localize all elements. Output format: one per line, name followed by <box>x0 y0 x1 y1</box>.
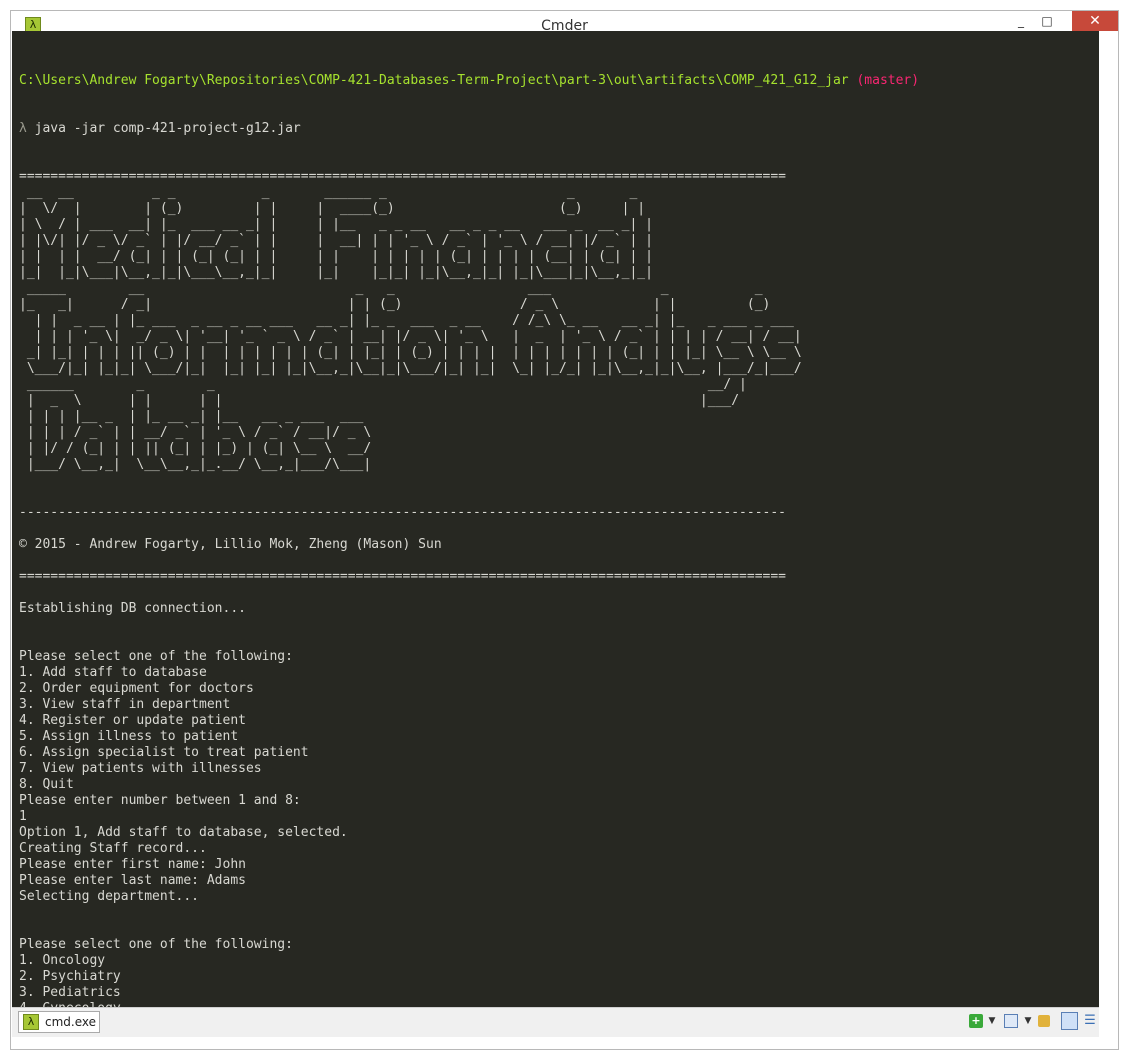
prompt-line: C:\Users\Andrew Fogarty\Repositories\COM… <box>19 73 1099 89</box>
prompt-path: C:\Users\Andrew Fogarty\Repositories\COM… <box>19 73 849 88</box>
add-console-icon[interactable]: + <box>969 1014 983 1028</box>
prompt-lambda: λ <box>19 121 27 136</box>
terminal-line: 8. Quit <box>19 777 74 792</box>
terminal-line: Please enter first name: John <box>19 857 246 872</box>
terminal-line: \___/|_| |_|_| \___/|_| |_| |_| |_|\__,_… <box>19 361 802 376</box>
terminal-line: Please select one of the following: <box>19 649 293 664</box>
terminal-line: Selecting department... <box>19 889 200 904</box>
terminal-line: _| |_| | | | || (_) | | | | | | | | (_| … <box>19 345 802 360</box>
terminal-line: | | | '_ \| _/ _ \| '__| '_ ` _ \ / _` |… <box>19 329 802 344</box>
terminal-line: 5. Assign illness to patient <box>19 729 239 744</box>
terminal-line: ______ _ _ __/ | <box>19 377 747 392</box>
terminal-line: ========================================… <box>19 569 787 584</box>
panel-toggle-icon[interactable] <box>1061 1012 1078 1030</box>
terminal-line: Please select one of the following: <box>19 937 293 952</box>
terminal-line: Please enter last name: Adams <box>19 873 246 888</box>
terminal-line: 4. Register or update patient <box>19 713 246 728</box>
terminal-line: | \/ | | (_) | | | ____(_) (_) | | <box>19 201 646 216</box>
git-branch: (master) <box>856 73 920 88</box>
terminal-line: | _ \ | | | | |___/ <box>19 393 740 408</box>
terminal-line: 3. Pediatrics <box>19 985 121 1000</box>
terminal-line: ========================================… <box>19 169 787 184</box>
program-output: ========================================… <box>19 169 1099 1007</box>
console-tab[interactable]: λ cmd.exe <box>18 1011 100 1033</box>
terminal-line: 1. Add staff to database <box>19 665 207 680</box>
terminal-line: 1 <box>19 809 27 824</box>
maximize-button[interactable]: □ <box>1034 11 1060 31</box>
terminal-line: ----------------------------------------… <box>19 505 787 520</box>
close-button[interactable]: ✕ <box>1072 11 1118 31</box>
lock-icon[interactable] <box>1038 1015 1050 1027</box>
minimize-button[interactable]: _ <box>1008 11 1034 31</box>
split-view-icon[interactable] <box>1004 1014 1018 1028</box>
terminal-line: 3. View staff in department <box>19 697 231 712</box>
terminal-line: 2. Order equipment for doctors <box>19 681 254 696</box>
terminal-line: 2. Psychiatry <box>19 969 121 984</box>
terminal-line: | | | | __/ (_| | | (_| (_| | | | | | | … <box>19 249 653 264</box>
command-text: java -jar comp-421-project-g12.jar <box>34 121 301 136</box>
terminal-area[interactable]: C:\Users\Andrew Fogarty\Repositories\COM… <box>12 31 1099 1007</box>
terminal-line: | \ / | ___ __| |_ ___ __ _| | | |__ _ _… <box>19 217 653 232</box>
terminal-line: Please enter number between 1 and 8: <box>19 793 301 808</box>
terminal-line: | |/ / (_| | | || (_| | |_) | (_| \__ \ … <box>19 441 372 456</box>
terminal-line: |_ _| / _| | | (_) / _ \ | | (_) <box>19 297 771 312</box>
menu-icon[interactable]: ☰ <box>1083 1014 1097 1028</box>
terminal-line: __ __ _ _ _ ______ _ _ _ <box>19 185 638 200</box>
dropdown-icon[interactable]: ▼ <box>985 1014 999 1028</box>
terminal-line: |_| |_|\___|\__,_|_|\___\__,_|_| |_| |_|… <box>19 265 653 280</box>
terminal-line: | | _ __ | |_ ___ _ __ _ __ ___ __ _| |_… <box>19 313 794 328</box>
terminal-line: |___/ \__,_| \__\__,_|_.__/ \__,_|___/\_… <box>19 457 372 472</box>
terminal-line: © 2015 - Andrew Fogarty, Lillio Mok, Zhe… <box>19 537 442 552</box>
tab-label: cmd.exe <box>45 1015 97 1029</box>
lambda-icon: λ <box>23 1014 39 1030</box>
dropdown-icon[interactable]: ▼ <box>1021 1014 1035 1028</box>
command-line: λ java -jar comp-421-project-g12.jar <box>19 121 1099 137</box>
terminal-line: | | | |__ _ | |_ __ _| |__ __ _ ___ ___ <box>19 409 364 424</box>
terminal-line: | | | / _` | | __/ _` | '_ \ / _` / __|/… <box>19 425 372 440</box>
terminal-output: C:\Users\Andrew Fogarty\Repositories\COM… <box>19 41 1099 1007</box>
terminal-line: Option 1, Add staff to database, selecte… <box>19 825 348 840</box>
status-bar: λ cmd.exe + ▼ ▼ ☰ <box>12 1007 1099 1037</box>
terminal-line: Establishing DB connection... <box>19 601 246 616</box>
terminal-line: Creating Staff record... <box>19 841 207 856</box>
terminal-line: | |\/| |/ _ \/ _` | |/ __/ _` | | | __| … <box>19 233 653 248</box>
terminal-line: 7. View patients with illnesses <box>19 761 262 776</box>
terminal-line: 1. Oncology <box>19 953 106 968</box>
terminal-line: _____ __ _ _ ___ _ _ <box>19 281 763 296</box>
terminal-line: 6. Assign specialist to treat patient <box>19 745 309 760</box>
